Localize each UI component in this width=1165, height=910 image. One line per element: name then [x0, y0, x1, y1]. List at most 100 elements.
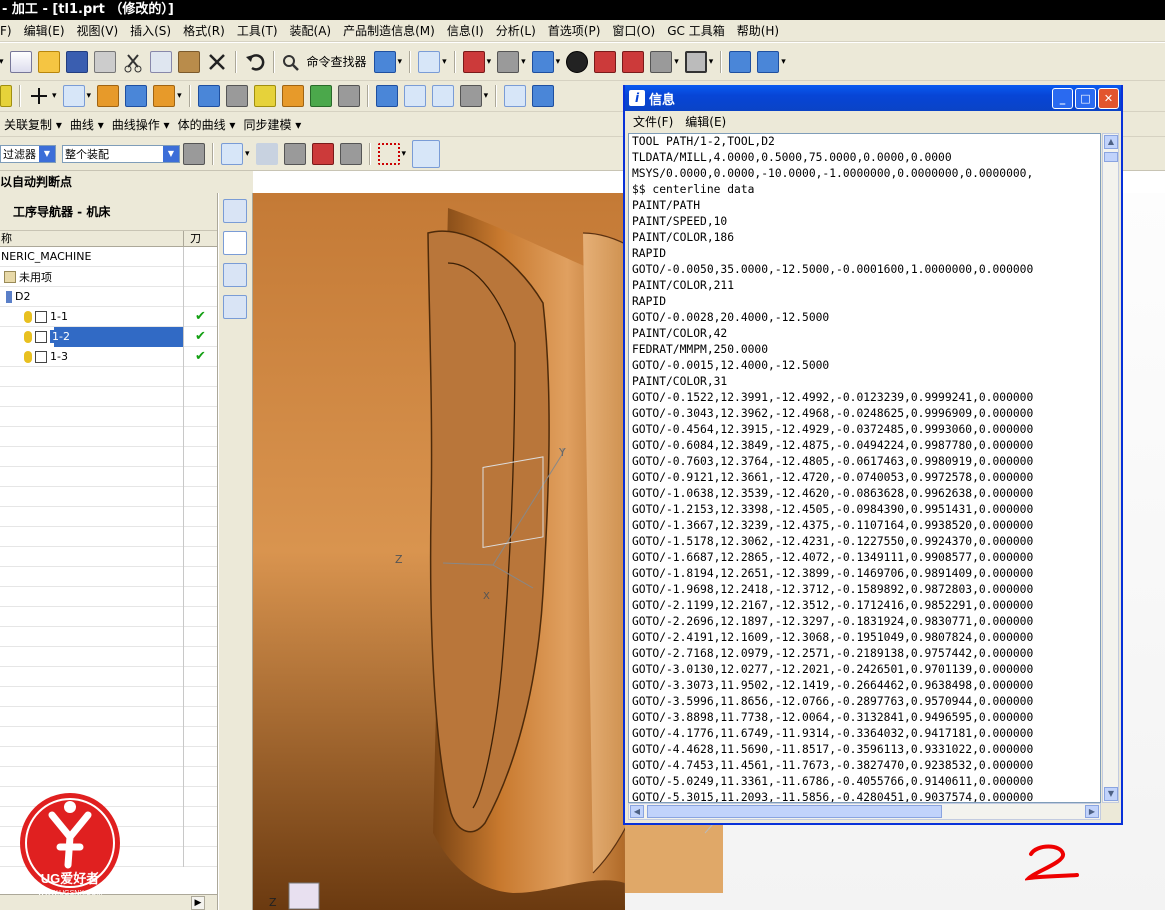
menu-view[interactable]: 视图(V)	[77, 20, 119, 42]
fit-view-icon[interactable]	[462, 50, 485, 73]
filter-reset-icon[interactable]	[183, 142, 205, 165]
minimize-icon[interactable]: _	[1052, 87, 1073, 109]
dropdown-arrow-icon[interactable]: ▾	[781, 57, 786, 67]
helix-icon[interactable]	[0, 85, 12, 107]
background-color-icon[interactable]	[684, 50, 707, 73]
menu-curve-from-body[interactable]: 体的曲线 ▾	[178, 116, 236, 133]
tree-row-machine[interactable]: NERIC_MACHINE	[0, 246, 217, 267]
menu-synchronous-modeling[interactable]: 同步建模 ▾	[243, 116, 301, 133]
verify-toolpath-icon[interactable]	[459, 85, 482, 107]
create-tool-icon[interactable]	[225, 85, 248, 107]
delete-icon[interactable]	[206, 51, 228, 73]
dropdown-arrow-icon[interactable]: ▾	[87, 91, 92, 101]
menu-assembly[interactable]: 装配(A)	[290, 20, 332, 42]
menu-analysis[interactable]: 分析(L)	[496, 20, 536, 42]
menu-help[interactable]: 帮助(H)	[737, 20, 779, 42]
close-icon[interactable]: ✕	[1098, 87, 1119, 109]
menu-curve-operation[interactable]: 曲线操作 ▾	[112, 116, 170, 133]
dropdown-arrow-icon[interactable]: ▾	[245, 149, 250, 159]
info-menu-file[interactable]: 文件(F)	[633, 113, 673, 130]
library-icon[interactable]	[337, 85, 360, 107]
tree-row-tool-d2[interactable]: D2	[0, 286, 217, 307]
undo-icon[interactable]	[244, 51, 266, 73]
move-component-icon[interactable]	[757, 50, 780, 73]
menu-edit[interactable]: 编辑(E)	[24, 20, 65, 42]
copy-icon[interactable]	[149, 50, 172, 73]
quick-pick-icon[interactable]	[339, 142, 362, 165]
info-window-titlebar[interactable]: i 信息 _ □ ✕	[625, 85, 1121, 111]
dropdown-arrow-icon[interactable]: ▾	[521, 57, 526, 67]
selection-cube-icon[interactable]	[412, 139, 441, 168]
menu-format[interactable]: 格式(R)	[183, 20, 225, 42]
list-toolpath-icon[interactable]	[431, 85, 454, 107]
blend-icon[interactable]	[153, 85, 176, 107]
scroll-down-icon[interactable]: ▼	[1104, 787, 1118, 801]
selection-scope-combo[interactable]: 整个装配 ▼	[62, 144, 180, 163]
view-cube-icon[interactable]	[594, 50, 617, 73]
dropdown-arrow-icon[interactable]: ▾	[487, 57, 492, 67]
undo-selection-icon[interactable]	[255, 142, 278, 165]
scroll-thumb[interactable]	[1104, 152, 1118, 162]
dropdown-arrow-icon[interactable]: ▾	[442, 57, 447, 67]
datum-csys-icon[interactable]	[62, 85, 85, 107]
snap-point-icon[interactable]	[221, 142, 243, 165]
rectangle-select-icon[interactable]	[377, 142, 400, 165]
menu-associative-copy[interactable]: 关联复制 ▾	[4, 116, 62, 133]
type-filter-combo[interactable]: 过滤器 ▼	[0, 144, 56, 163]
menu-preferences[interactable]: 首选项(P)	[548, 20, 601, 42]
dropdown-arrow-icon[interactable]: ▾	[484, 91, 489, 101]
create-method-icon[interactable]	[281, 85, 304, 107]
dropdown-arrow-icon[interactable]: ▾	[674, 57, 679, 67]
scroll-up-icon[interactable]: ▲	[1104, 135, 1118, 149]
toolbar-dropdown-arrow-icon[interactable]: ▾	[0, 57, 4, 67]
command-finder-label[interactable]: 命令查找器	[307, 53, 367, 70]
cut-icon[interactable]	[122, 51, 144, 73]
menu-window[interactable]: 窗口(O)	[612, 20, 655, 42]
info-hscrollbar[interactable]: ◀ ▶	[628, 803, 1101, 820]
block-icon[interactable]	[125, 85, 148, 107]
new-file-icon[interactable]	[9, 50, 32, 73]
tree-row-op-1-3[interactable]: 1-3 ✔	[0, 346, 217, 367]
save-icon[interactable]	[65, 50, 88, 73]
column-tool-header[interactable]: 刀	[184, 231, 217, 246]
menu-gc-toolbox[interactable]: GC 工具箱	[667, 20, 725, 42]
open-folder-icon[interactable]	[37, 50, 60, 73]
scroll-right-icon[interactable]: ▶	[191, 896, 205, 910]
maximize-icon[interactable]: □	[1075, 87, 1096, 109]
postprocess-icon[interactable]	[504, 85, 527, 107]
column-name-header[interactable]: 称	[0, 231, 184, 246]
replay-toolpath-icon[interactable]	[403, 85, 426, 107]
select-body-icon[interactable]	[283, 142, 306, 165]
info-vscrollbar[interactable]: ▲ ▼	[1102, 133, 1119, 803]
menu-tools[interactable]: 工具(T)	[237, 20, 278, 42]
move-object-icon[interactable]	[729, 50, 752, 73]
view-section-icon[interactable]	[650, 50, 673, 73]
menu-pmi[interactable]: 产品制造信息(M)	[343, 20, 435, 42]
scroll-right-icon[interactable]: ▶	[1085, 805, 1099, 818]
info-text-area[interactable]: TOOL PATH/1-2,TOOL,D2 TLDATA/MILL,4.0000,…	[628, 133, 1101, 803]
menu-curve[interactable]: 曲线 ▾	[70, 116, 104, 133]
menu-insert[interactable]: 插入(S)	[130, 20, 171, 42]
assembly-navigator-icon[interactable]	[373, 50, 396, 73]
command-finder-icon[interactable]	[282, 51, 300, 73]
generate-toolpath-icon[interactable]	[375, 85, 398, 107]
point-plus-icon[interactable]	[28, 85, 50, 107]
machine-tool-view-icon[interactable]	[223, 231, 247, 255]
scroll-left-icon[interactable]: ◀	[630, 805, 644, 818]
display-mode-icon[interactable]	[566, 50, 589, 73]
extrude-icon[interactable]	[97, 85, 120, 107]
tree-row-unused[interactable]: 未用项	[0, 266, 217, 287]
create-geometry-icon[interactable]	[253, 85, 276, 107]
dropdown-arrow-icon[interactable]: ▾	[709, 57, 714, 67]
tree-row-op-1-2[interactable]: 1-2 ✔	[0, 326, 217, 347]
menu-file[interactable]: F)	[0, 20, 12, 42]
dropdown-arrow-icon[interactable]: ▾	[398, 57, 403, 67]
information-icon[interactable]	[418, 50, 441, 73]
dropdown-arrow-icon[interactable]: ▾	[402, 149, 407, 159]
info-menu-edit[interactable]: 编辑(E)	[685, 113, 726, 130]
geometry-view-icon[interactable]	[223, 263, 247, 287]
view-orient-icon[interactable]	[622, 50, 645, 73]
program-order-view-icon[interactable]	[223, 199, 247, 223]
scroll-thumb[interactable]	[647, 805, 942, 818]
paste-icon[interactable]	[177, 50, 200, 73]
